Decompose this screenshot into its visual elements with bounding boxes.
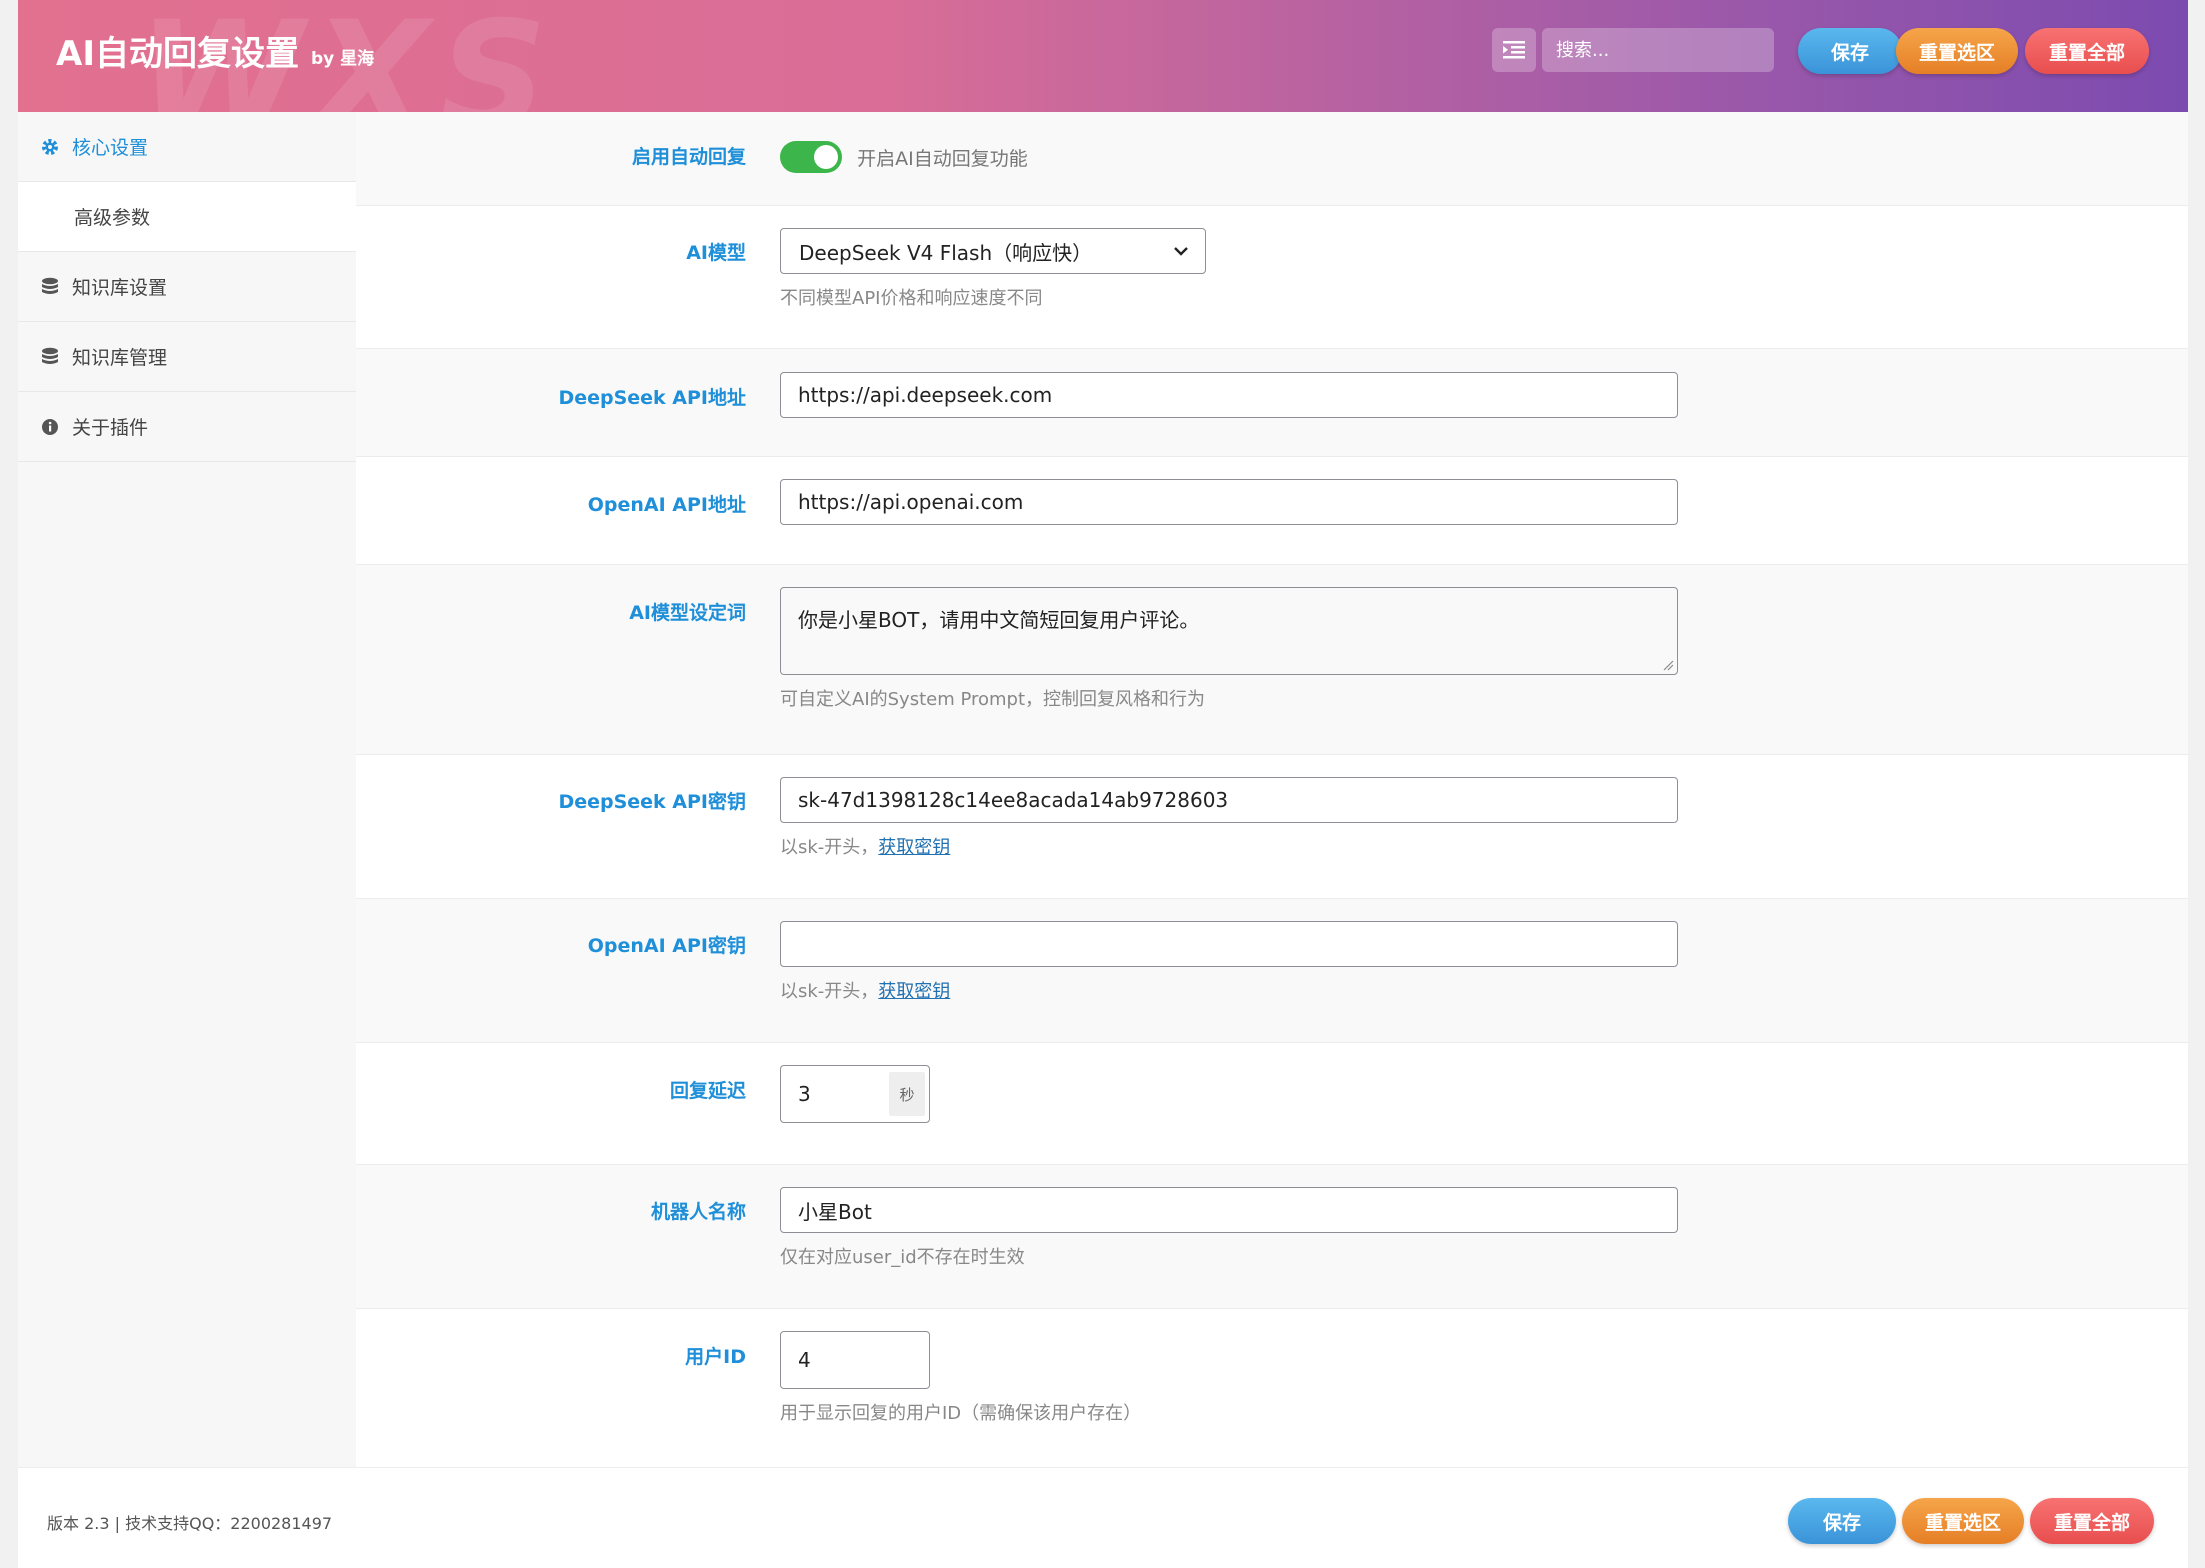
setting-row-openai-url: OpenAI API地址 https://api.openai.com — [356, 457, 2188, 565]
author-credit: by 星海 — [311, 49, 375, 69]
deepseek-key-description: 以sk-开头，获取密钥 — [780, 833, 1678, 859]
setting-label: 回复延迟 — [669, 1080, 746, 1102]
setting-row-enable: 启用自动回复 开启AI自动回复功能 — [356, 112, 2188, 206]
sidebar: 核心设置 高级参数 知识库设置 知识库管理 关于插件 — [18, 112, 356, 1467]
sidebar-item-kb-manage[interactable]: 知识库管理 — [18, 322, 356, 392]
deepseek-url-input[interactable]: https://api.deepseek.com — [780, 372, 1678, 418]
delay-unit: 秒 — [889, 1072, 925, 1116]
menu-toggle-button[interactable] — [1492, 28, 1536, 72]
prompt-text: 你是小星BOT，请用中文简短回复用户评论。 — [798, 608, 1200, 632]
setting-label: OpenAI API密钥 — [587, 935, 746, 957]
search-input[interactable] — [1542, 28, 1774, 72]
sidebar-item-core-settings[interactable]: 核心设置 — [18, 112, 356, 182]
sidebar-item-label: 知识库管理 — [72, 347, 168, 369]
setting-label: DeepSeek API密钥 — [558, 791, 746, 813]
setting-label: 机器人名称 — [650, 1201, 746, 1223]
prompt-textarea[interactable]: 你是小星BOT，请用中文简短回复用户评论。 — [780, 587, 1678, 675]
database-icon — [40, 347, 60, 367]
bot-name-input[interactable]: 小星Bot — [780, 1187, 1678, 1233]
sidebar-item-kb-settings[interactable]: 知识库设置 — [18, 252, 356, 322]
sidebar-item-label: 核心设置 — [72, 137, 149, 159]
get-deepseek-key-link[interactable]: 获取密钥 — [878, 837, 950, 858]
setting-row-model: AI模型 DeepSeek V4 Flash（响应快） 不同模型API价格和响应… — [356, 206, 2188, 349]
sidebar-item-label: 知识库设置 — [72, 277, 168, 299]
user-id-input[interactable]: 4 — [780, 1331, 930, 1389]
toggle-description: 开启AI自动回复功能 — [857, 147, 1028, 170]
delay-input-group: 3 秒 — [780, 1065, 930, 1123]
setting-row-user-id: 用户ID 4 用于显示回复的用户ID（需确保该用户存在） — [356, 1309, 2188, 1467]
chevron-down-icon — [1174, 247, 1188, 256]
model-description: 不同模型API价格和响应速度不同 — [780, 288, 1043, 309]
reset-all-button[interactable]: 重置全部 — [2025, 28, 2149, 74]
settings-panel: WXS AI自动回复设置 by 星海 保存 重置选区 重置全部 核心设置 高级参… — [18, 0, 2188, 1568]
sidebar-item-label: 高级参数 — [74, 207, 151, 229]
bot-name-description: 仅在对应user_id不存在时生效 — [780, 1247, 1025, 1268]
footer-save-button[interactable]: 保存 — [1788, 1498, 1896, 1544]
gear-icon — [40, 138, 60, 156]
setting-label: DeepSeek API地址 — [558, 387, 746, 409]
sidebar-item-advanced[interactable]: 高级参数 — [18, 182, 356, 252]
reset-section-button[interactable]: 重置选区 — [1896, 28, 2018, 74]
setting-row-bot-name: 机器人名称 小星Bot 仅在对应user_id不存在时生效 — [356, 1165, 2188, 1309]
setting-label: 启用自动回复 — [631, 146, 746, 168]
page-title: AI自动回复设置 — [56, 34, 299, 74]
resize-grip-icon[interactable] — [1662, 659, 1674, 671]
toggle-knob — [814, 145, 838, 169]
version-info: 版本 2.3 | 技术支持QQ：2200281497 — [47, 1514, 333, 1533]
database-icon — [40, 277, 60, 297]
prompt-description: 可自定义AI的System Prompt，控制回复风格和行为 — [780, 689, 1206, 710]
get-openai-key-link[interactable]: 获取密钥 — [878, 981, 950, 1002]
deepseek-key-input[interactable]: sk-47d1398128c14ee8acada14ab9728603 — [780, 777, 1678, 823]
footer-reset-all-button[interactable]: 重置全部 — [2030, 1498, 2154, 1544]
user-id-description: 用于显示回复的用户ID（需确保该用户存在） — [780, 1403, 1142, 1424]
setting-row-openai-key: OpenAI API密钥 以sk-开头，获取密钥 — [356, 899, 2188, 1043]
delay-input[interactable]: 3 — [781, 1066, 889, 1122]
sidebar-item-label: 关于插件 — [72, 417, 149, 439]
footer-reset-section-button[interactable]: 重置选区 — [1902, 1498, 2024, 1544]
setting-label: OpenAI API地址 — [587, 494, 746, 516]
sidebar-item-about[interactable]: 关于插件 — [18, 392, 356, 462]
openai-url-input[interactable]: https://api.openai.com — [780, 479, 1678, 525]
setting-label: AI模型 — [686, 242, 746, 264]
openai-key-description: 以sk-开头，获取密钥 — [780, 977, 1678, 1003]
settings-content: 启用自动回复 开启AI自动回复功能 AI模型 DeepSeek V4 Flash… — [356, 112, 2188, 1467]
save-button[interactable]: 保存 — [1798, 28, 1902, 74]
model-select[interactable]: DeepSeek V4 Flash（响应快） — [780, 228, 1206, 274]
info-icon — [40, 418, 60, 436]
openai-key-input[interactable] — [780, 921, 1678, 967]
setting-label: 用户ID — [685, 1346, 746, 1368]
footer: 版本 2.3 | 技术支持QQ：2200281497 保存 重置选区 重置全部 — [18, 1467, 2188, 1568]
model-select-value: DeepSeek V4 Flash（响应快） — [799, 240, 1093, 265]
setting-row-delay: 回复延迟 3 秒 — [356, 1043, 2188, 1165]
setting-label: AI模型设定词 — [629, 602, 746, 624]
indent-menu-icon — [1503, 41, 1525, 59]
setting-row-prompt: AI模型设定词 你是小星BOT，请用中文简短回复用户评论。 可自定义AI的Sys… — [356, 565, 2188, 755]
setting-row-deepseek-key: DeepSeek API密钥 sk-47d1398128c14ee8acada1… — [356, 755, 2188, 899]
key-hint: 以sk-开头， — [780, 837, 879, 858]
enable-toggle[interactable] — [780, 141, 842, 173]
setting-row-deepseek-url: DeepSeek API地址 https://api.deepseek.com — [356, 349, 2188, 457]
key-hint: 以sk-开头， — [780, 981, 879, 1002]
header: WXS AI自动回复设置 by 星海 保存 重置选区 重置全部 — [18, 0, 2188, 112]
